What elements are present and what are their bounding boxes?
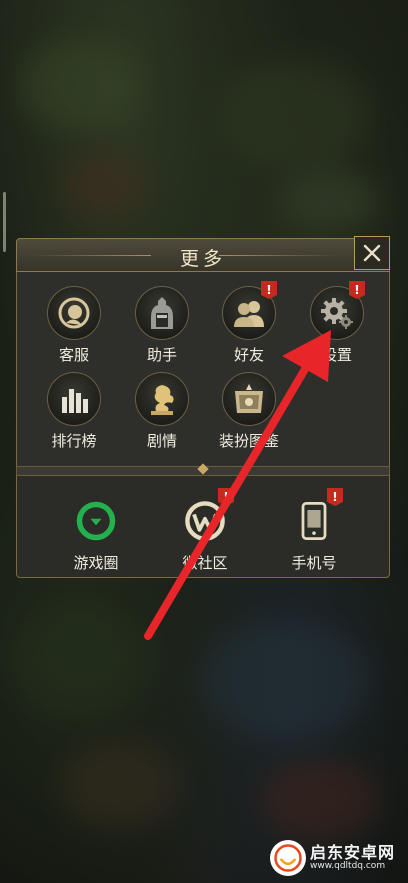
- watermark: 启东安卓网 www.qdltdq.com: [270, 838, 404, 878]
- micro-community-button[interactable]: ! 微社区: [165, 488, 245, 573]
- leaderboard-icon: [62, 389, 88, 413]
- game-circle-button[interactable]: 游戏圈: [56, 494, 136, 573]
- watermark-logo-icon: [270, 840, 306, 876]
- watermark-name: 启东安卓网: [310, 842, 396, 862]
- edge-handle[interactable]: [3, 192, 6, 252]
- modal-title: 更多: [179, 248, 226, 270]
- game-circle-icon: [76, 501, 116, 541]
- outfit-catalog-button[interactable]: 装扮图鉴: [209, 372, 289, 451]
- customer-service-icon: [58, 297, 90, 329]
- friends-icon: [234, 301, 264, 327]
- divider-ornament: [197, 463, 209, 475]
- social-panel: 游戏圈 ! 微社区 ! 手机号: [16, 476, 390, 578]
- settings-gear-icon: [321, 298, 353, 329]
- close-button[interactable]: [354, 236, 390, 270]
- outfit-catalog-icon: [235, 384, 263, 413]
- modal-header: 更多: [16, 238, 390, 272]
- more-modal: 更多 客服 助手 ! 好友 ! 设置 排行榜 剧情 装扮图鉴 游戏圈 ! 微社区…: [16, 236, 390, 578]
- panel-divider: [16, 463, 390, 476]
- friends-button[interactable]: ! 好友: [209, 281, 289, 365]
- story-button[interactable]: 剧情: [122, 372, 202, 451]
- dragon-story-icon: [151, 385, 174, 415]
- assistant-icon: [151, 297, 173, 329]
- close-icon: [363, 244, 381, 262]
- assistant-button[interactable]: 助手: [122, 286, 202, 365]
- phone-number-button[interactable]: ! 手机号: [274, 488, 354, 573]
- settings-button[interactable]: ! 设置: [297, 281, 377, 365]
- customer-service-button[interactable]: 客服: [34, 286, 114, 365]
- phone-number-icon: [301, 502, 327, 540]
- micro-community-icon: [185, 501, 225, 541]
- leaderboard-button[interactable]: 排行榜: [34, 372, 114, 451]
- watermark-url: www.qdltdq.com: [310, 860, 386, 871]
- primary-functions-panel: 客服 助手 ! 好友 ! 设置 排行榜 剧情 装扮图鉴: [16, 272, 390, 468]
